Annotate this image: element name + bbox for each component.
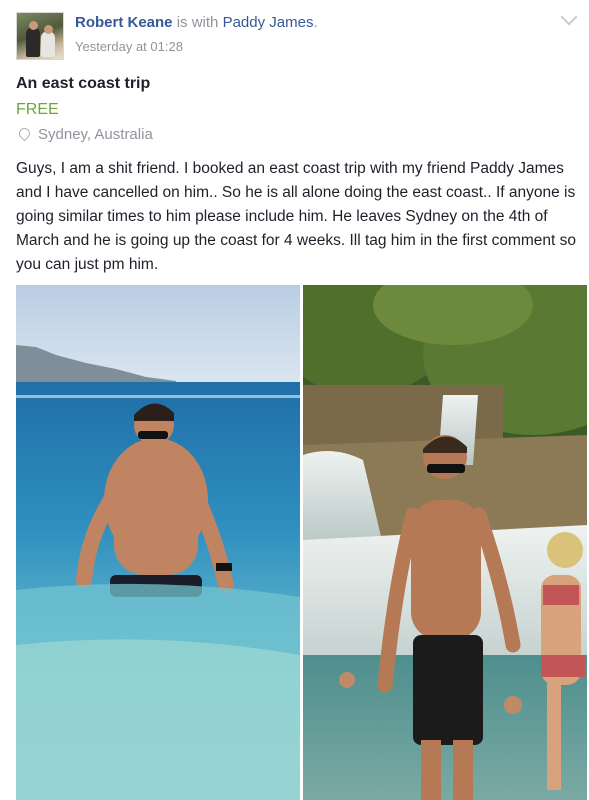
author-avatar[interactable] xyxy=(16,12,64,60)
post-timestamp[interactable]: Yesterday at 01:28 xyxy=(75,39,183,54)
with-text: is with xyxy=(176,14,219,31)
tagged-friend-link[interactable]: Paddy James xyxy=(223,14,314,31)
tagged-suffix: . xyxy=(313,14,318,31)
map-pin-icon xyxy=(16,125,33,142)
location-label: Sydney, Australia xyxy=(38,126,153,143)
photo-sea[interactable] xyxy=(16,285,300,800)
listing-location: Sydney, Australia xyxy=(16,125,153,143)
listing-price: FREE xyxy=(16,101,59,118)
listing-title: An east coast trip xyxy=(16,75,151,92)
post-header: Robert Keane is with Paddy James. xyxy=(75,14,318,31)
chevron-down-icon[interactable] xyxy=(560,8,578,26)
author-name-link[interactable]: Robert Keane xyxy=(75,14,173,31)
post-body-text: Guys, I am a shit friend. I booked an ea… xyxy=(16,160,576,273)
photo-waterfall[interactable] xyxy=(303,285,587,800)
